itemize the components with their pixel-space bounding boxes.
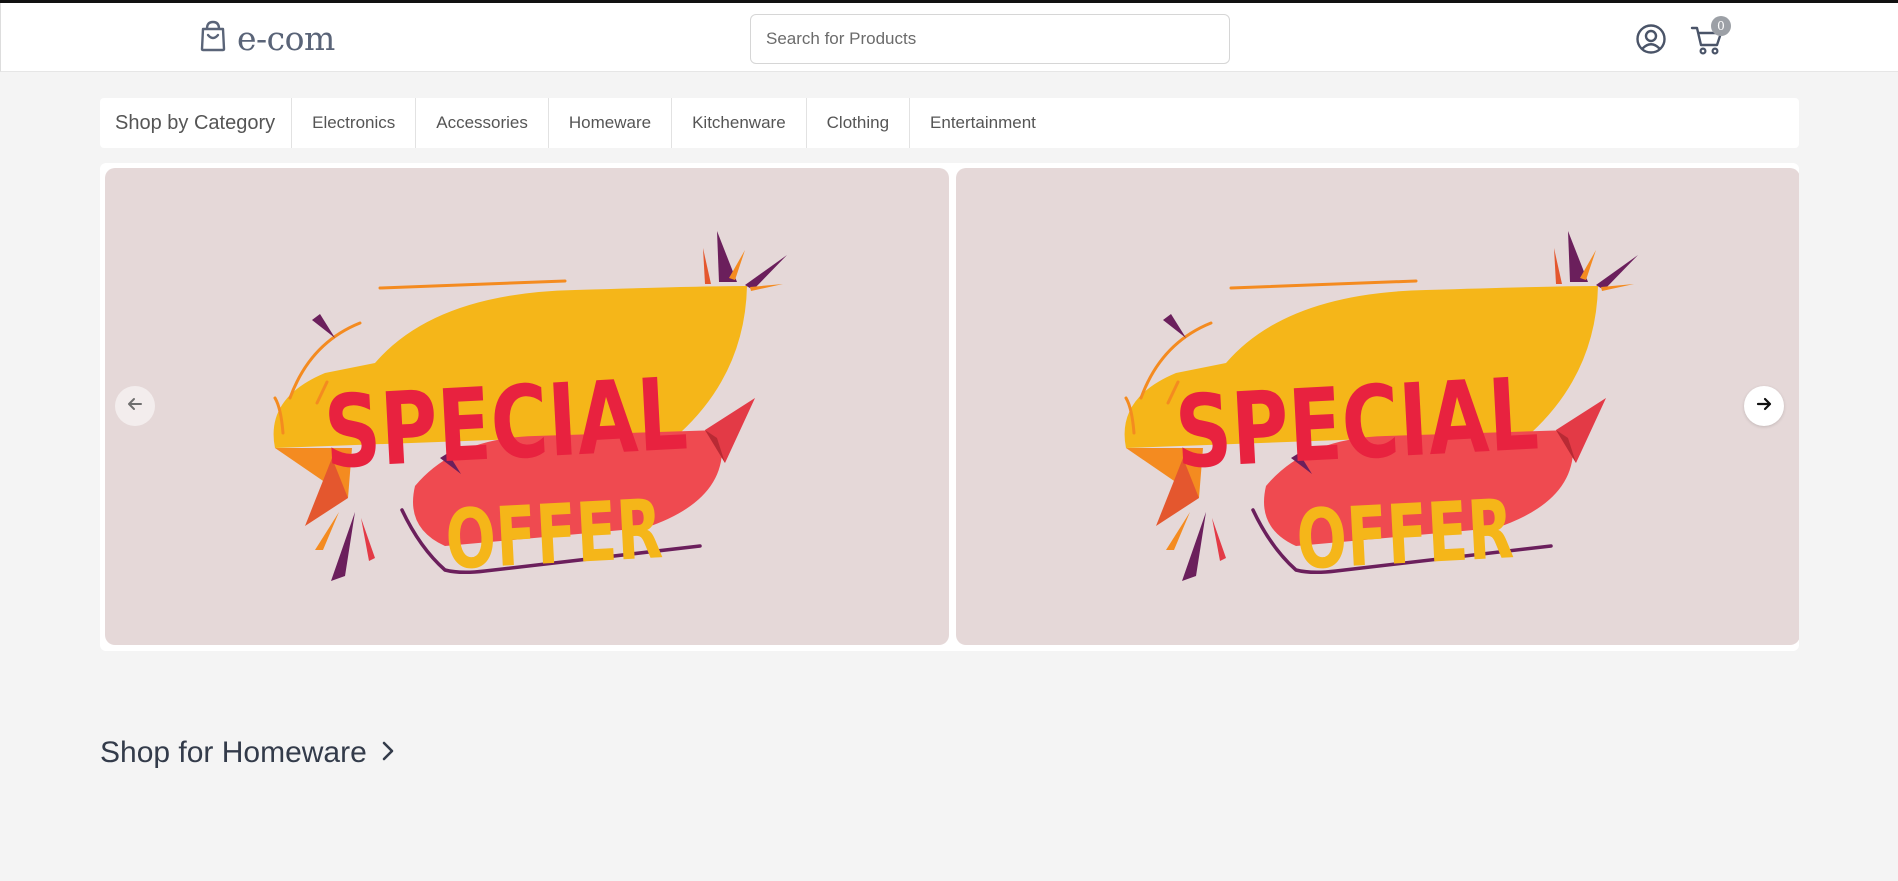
site-header: e-com 0 bbox=[0, 3, 1898, 72]
account-button[interactable] bbox=[1635, 23, 1667, 55]
chevron-right-icon bbox=[381, 740, 395, 767]
slide-text-offer: OFFER bbox=[1294, 482, 1515, 588]
carousel-slide[interactable]: SPECIAL OFFER bbox=[105, 168, 949, 645]
special-offer-banner: SPECIAL OFFER bbox=[1124, 231, 1638, 588]
carousel-slide[interactable]: SPECIAL OFFER bbox=[956, 168, 1799, 645]
slide-text-special: SPECIAL bbox=[1173, 357, 1541, 492]
category-bar-title: Shop by Category bbox=[100, 98, 293, 148]
category-entertainment[interactable]: Entertainment bbox=[910, 98, 1056, 148]
user-circle-icon bbox=[1635, 24, 1667, 59]
search-input[interactable] bbox=[750, 14, 1230, 64]
slide-text-special: SPECIAL bbox=[322, 357, 690, 492]
category-clothing[interactable]: Clothing bbox=[807, 98, 911, 148]
logo-text: e-com bbox=[237, 19, 335, 58]
logo[interactable]: e-com bbox=[199, 20, 335, 57]
category-bar: Shop by Category Electronics Accessories… bbox=[100, 98, 1799, 148]
category-homeware[interactable]: Homeware bbox=[549, 98, 673, 148]
carousel-prev-button[interactable] bbox=[115, 386, 155, 426]
section-heading-homeware[interactable]: Shop for Homeware bbox=[100, 736, 395, 770]
section-title-text: Shop for Homeware bbox=[100, 736, 367, 769]
cart-icon bbox=[1690, 26, 1724, 61]
carousel-next-button[interactable] bbox=[1744, 386, 1784, 426]
slide-text-offer: OFFER bbox=[443, 482, 664, 588]
cart-count-badge: 0 bbox=[1711, 16, 1731, 36]
category-electronics[interactable]: Electronics bbox=[292, 98, 417, 148]
category-kitchenware[interactable]: Kitchenware bbox=[672, 98, 807, 148]
arrow-right-icon bbox=[1755, 395, 1773, 418]
promo-carousel: SPECIAL OFFER SPECIAL OFFER bbox=[100, 163, 1799, 651]
category-accessories[interactable]: Accessories bbox=[416, 98, 549, 148]
special-offer-banner: SPECIAL OFFER bbox=[273, 231, 787, 588]
arrow-left-icon bbox=[126, 395, 144, 418]
shopping-bag-icon bbox=[199, 20, 227, 57]
